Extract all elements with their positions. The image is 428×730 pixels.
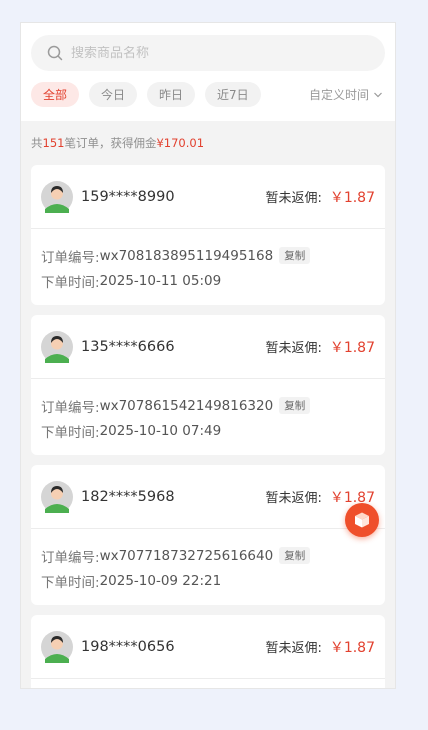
customer-phone: 135****6666 xyxy=(81,338,175,355)
search-bar[interactable] xyxy=(31,35,385,71)
rebate-label: 暂未返佣: xyxy=(265,641,322,656)
order-card-header: 159****8990 暂未返佣: ￥1.87 xyxy=(31,165,385,229)
avatar xyxy=(41,630,73,663)
copy-button[interactable]: 复制 xyxy=(279,397,311,414)
order-time-label: 下单时间: xyxy=(41,424,100,441)
summary-prefix: 共 xyxy=(31,136,43,150)
order-card-header: 182****5968 暂未返佣: ￥1.87 xyxy=(31,465,385,529)
order-card-body: 订单编号: wx707718732725616640 复制 下单时间: 2025… xyxy=(31,529,385,593)
order-time-row: 下单时间: 2025-10-09 22:21 xyxy=(41,568,375,593)
search-input[interactable] xyxy=(71,45,351,61)
summary-count: 151 xyxy=(42,136,65,150)
order-number-row: 订单编号: wx707861542149816320 复制 xyxy=(41,393,375,418)
rebate-amount: ￥1.87 xyxy=(329,189,375,206)
rebate-status: 暂未返佣: ￥1.87 xyxy=(265,337,375,357)
date-filter-bar: 全部 今日 昨日 近7日 自定义时间 xyxy=(31,82,385,107)
order-card-header: 135****6666 暂未返佣: ￥1.87 xyxy=(31,315,385,379)
copy-button[interactable]: 复制 xyxy=(279,247,311,264)
customer-phone: 159****8990 xyxy=(81,188,175,205)
custom-time-label: 自定义时间 xyxy=(308,88,369,102)
order-card-header: 198****0656 暂未返佣: ￥1.87 xyxy=(31,615,385,679)
order-time-row: 下单时间: 2025-10-11 05:09 xyxy=(41,268,375,293)
order-time: 2025-10-11 05:09 xyxy=(99,272,222,289)
rebate-label: 暂未返佣: xyxy=(265,191,322,206)
order-number-row: 订单编号: wx708183895119495168 复制 xyxy=(41,243,375,268)
filter-chip-today[interactable]: 今日 xyxy=(89,82,138,107)
summary-amount: ¥170.01 xyxy=(156,136,205,150)
order-number-row: 订单编号: wx707718732725616640 复制 xyxy=(41,543,375,568)
order-card[interactable]: 198****0656 暂未返佣: ￥1.87 xyxy=(31,615,385,688)
summary-middle: 笔订单，获得佣金 xyxy=(64,136,157,150)
copy-button[interactable]: 复制 xyxy=(279,547,311,564)
order-time: 2025-10-10 07:49 xyxy=(99,422,222,439)
order-number: wx708183895119495168 xyxy=(99,247,274,264)
floating-action-button[interactable] xyxy=(345,503,379,537)
search-icon xyxy=(47,45,63,61)
rebate-status: 暂未返佣: ￥1.87 xyxy=(265,637,375,657)
rebate-amount: ￥1.87 xyxy=(329,339,375,356)
order-number-label: 订单编号: xyxy=(41,549,100,566)
rebate-status: 暂未返佣: ￥1.87 xyxy=(265,187,375,207)
order-number-label: 订单编号: xyxy=(41,399,100,416)
cube-icon xyxy=(355,512,369,528)
avatar xyxy=(41,330,73,363)
app-screen: 全部 今日 昨日 近7日 自定义时间 共 151 笔订单，获得佣金 ¥170.0… xyxy=(20,22,396,689)
customer-phone: 182****5968 xyxy=(81,488,175,505)
chevron-down-icon xyxy=(374,92,382,97)
rebate-amount: ￥1.87 xyxy=(329,639,375,656)
filter-chip-yesterday[interactable]: 昨日 xyxy=(147,82,196,107)
rebate-label: 暂未返佣: xyxy=(265,341,322,356)
filter-chip-7days[interactable]: 近7日 xyxy=(205,82,261,107)
rebate-label: 暂未返佣: xyxy=(265,491,322,506)
order-time-row: 下单时间: 2025-10-10 07:49 xyxy=(41,418,375,443)
order-number: wx707861542149816320 xyxy=(99,397,274,414)
order-card[interactable]: 159****8990 暂未返佣: ￥1.87 订单编号: wx70818389… xyxy=(31,165,385,305)
order-card-body: 订单编号: wx707861542149816320 复制 下单时间: 2025… xyxy=(31,379,385,443)
order-time-label: 下单时间: xyxy=(41,274,100,291)
order-card-body: 订单编号: wx708183895119495168 复制 下单时间: 2025… xyxy=(31,229,385,293)
order-time: 2025-10-09 22:21 xyxy=(99,572,222,589)
filter-chip-all[interactable]: 全部 xyxy=(31,82,80,107)
order-time-label: 下单时间: xyxy=(41,574,100,591)
order-card[interactable]: 135****6666 暂未返佣: ￥1.87 订单编号: wx70786154… xyxy=(31,315,385,455)
order-summary: 共 151 笔订单，获得佣金 ¥170.01 xyxy=(21,121,395,165)
order-number-label: 订单编号: xyxy=(41,249,100,266)
filter-panel: 全部 今日 昨日 近7日 自定义时间 xyxy=(21,23,395,121)
order-number: wx707718732725616640 xyxy=(99,547,274,564)
avatar xyxy=(41,480,73,513)
custom-time-dropdown[interactable]: 自定义时间 xyxy=(309,86,383,103)
avatar xyxy=(41,180,73,213)
customer-phone: 198****0656 xyxy=(81,638,175,655)
order-card[interactable]: 182****5968 暂未返佣: ￥1.87 订单编号: wx70771873… xyxy=(31,465,385,605)
